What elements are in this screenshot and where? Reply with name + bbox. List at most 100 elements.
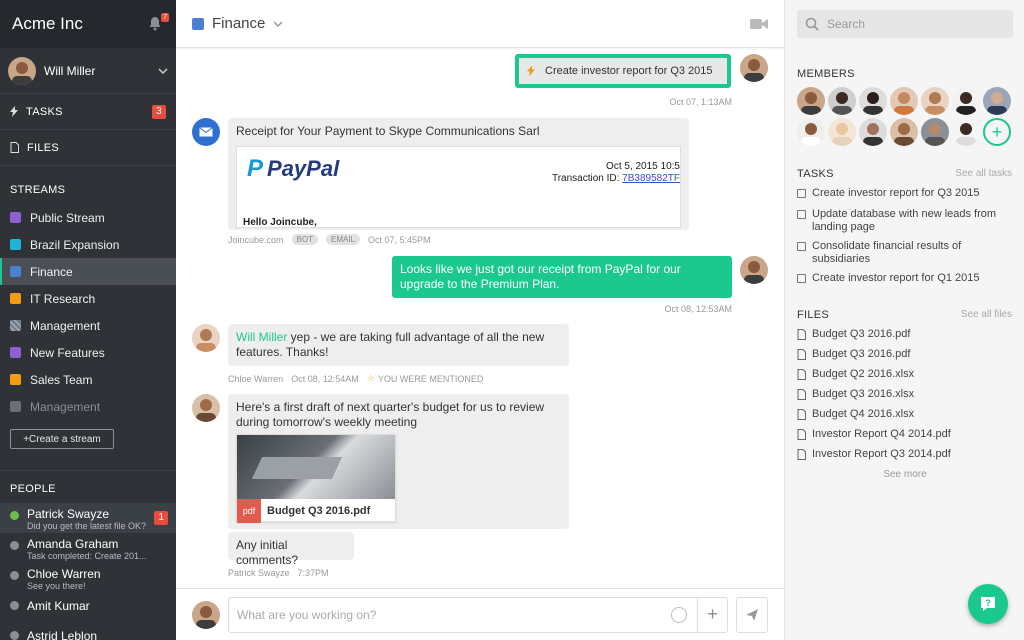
file-item[interactable]: Budget Q4 2016.xlsx	[797, 408, 914, 420]
file-icon	[797, 388, 806, 400]
chat-message[interactable]: Will Miller yep - we are taking full adv…	[228, 324, 569, 366]
member-avatar[interactable]	[921, 87, 949, 115]
file-item[interactable]: Budget Q2 2016.xlsx	[797, 368, 914, 380]
mentioned-label: YOU WERE MENTIONED	[377, 373, 484, 384]
member-avatar[interactable]	[890, 87, 918, 115]
sender-name: Joincube.com	[228, 234, 284, 245]
message-meta: Joincube.com BOT EMAIL Oct 07, 5:45PM	[228, 234, 431, 245]
create-stream-button[interactable]: +Create a stream	[10, 429, 114, 449]
video-call-icon[interactable]	[750, 18, 768, 30]
person-amit-kumar[interactable]: Amit Kumar	[0, 593, 176, 623]
stream-label: Brazil Expansion	[30, 237, 120, 252]
file-icon	[797, 348, 806, 360]
sidebar-item-files[interactable]: FILES	[0, 130, 176, 166]
email-message[interactable]: Receipt for Your Payment to Skype Commun…	[228, 118, 689, 230]
online-status-dot	[10, 511, 19, 520]
avatar	[740, 54, 768, 82]
member-avatar[interactable]	[921, 118, 949, 146]
member-avatar[interactable]	[983, 87, 1011, 115]
person-amanda-graham[interactable]: Amanda Graham Task completed: Create 201.…	[0, 533, 176, 563]
stream-list: Public Stream Brazil Expansion Finance I…	[0, 204, 176, 420]
file-name: Budget Q3 2016.pdf	[267, 504, 371, 517]
person-patrick-swayze[interactable]: Patrick Swayze Did you get the latest fil…	[0, 503, 176, 533]
stream-color	[10, 347, 21, 358]
see-all-files-link[interactable]: See all files	[961, 309, 1012, 320]
member-avatar[interactable]	[890, 118, 918, 146]
see-more-files-link[interactable]: See more	[785, 469, 1024, 480]
task-item[interactable]: Create investor report for Q1 2015	[797, 272, 1013, 285]
stream-it-research[interactable]: IT Research	[0, 285, 176, 312]
member-avatar[interactable]	[828, 118, 856, 146]
task-checkbox[interactable]	[797, 242, 806, 251]
sidebar-item-tasks[interactable]: TASKS 3	[0, 94, 176, 130]
task-checkbox[interactable]	[797, 274, 806, 283]
file-item[interactable]: Budget Q3 2016.pdf	[797, 328, 910, 340]
help-button[interactable]: ?	[968, 584, 1008, 624]
stream-management-archived[interactable]: Management	[0, 393, 176, 420]
message-input[interactable]: What are you working on? +	[228, 596, 728, 633]
task-item[interactable]: Consolidate financial results of subsidi…	[797, 240, 1013, 266]
member-avatar[interactable]	[859, 87, 887, 115]
transaction-id-link[interactable]: 7B389582TF	[622, 173, 680, 184]
unread-badge: 1	[154, 511, 168, 525]
workspace-name[interactable]: Acme Inc	[12, 14, 83, 34]
chat-message[interactable]: Any initial comments?	[228, 532, 354, 567]
file-item[interactable]: Investor Report Q3 2014.pdf	[797, 448, 951, 460]
member-avatar[interactable]	[797, 118, 825, 146]
star-icon: ☆	[366, 373, 375, 383]
streams-header: STREAMS	[10, 184, 66, 196]
search-input[interactable]: Search	[797, 10, 1013, 38]
person-name: Patrick Swayze	[27, 507, 110, 521]
see-all-tasks-link[interactable]: See all tasks	[955, 168, 1012, 179]
member-avatar[interactable]	[952, 87, 980, 115]
mention-link[interactable]: Will Miller	[236, 330, 287, 344]
message-meta: Oct 07, 1:13AM	[669, 97, 732, 107]
stream-switcher[interactable]: Finance	[192, 15, 283, 32]
task-item[interactable]: Create investor report for Q3 2015	[797, 187, 1013, 200]
task-label: Create investor report for Q1 2015	[812, 272, 980, 284]
member-avatar[interactable]	[952, 118, 980, 146]
outgoing-message[interactable]: Looks like we just got our receipt from …	[392, 256, 732, 298]
file-thumbnail	[237, 435, 395, 499]
message-list: Create investor report for Q3 2015 Oct 0…	[176, 48, 784, 588]
stream-header: Finance	[176, 0, 784, 48]
sidebar: Acme Inc 7 Will Miller TASKS 3 FILES STR…	[0, 0, 176, 640]
file-icon	[10, 142, 19, 153]
task-label: Create investor report for Q3 2015	[812, 187, 980, 199]
add-member-button[interactable]: +	[983, 118, 1011, 146]
composer: What are you working on? +	[176, 588, 784, 640]
transaction-date: Oct 5, 2015 10:5	[606, 161, 680, 172]
stream-new-features[interactable]: New Features	[0, 339, 176, 366]
attach-button[interactable]: +	[697, 597, 727, 632]
member-avatar[interactable]	[828, 87, 856, 115]
stream-sales-team[interactable]: Sales Team	[0, 366, 176, 393]
stream-finance[interactable]: Finance	[0, 258, 176, 285]
member-avatar[interactable]	[859, 118, 887, 146]
task-item[interactable]: Update database with new leads from land…	[797, 208, 1013, 234]
file-icon	[797, 328, 806, 340]
message-time: Oct 08, 12:53AM	[664, 304, 732, 314]
task-label: Consolidate financial results of subsidi…	[812, 240, 962, 265]
file-icon	[797, 368, 806, 380]
file-attachment[interactable]: pdf Budget Q3 2016.pdf	[236, 434, 396, 523]
file-item[interactable]: Budget Q3 2016.pdf	[797, 348, 910, 360]
file-item[interactable]: Budget Q3 2016.xlsx	[797, 388, 914, 400]
task-checkbox[interactable]	[797, 210, 806, 219]
send-button[interactable]	[736, 596, 768, 633]
chevron-down-icon[interactable]	[158, 66, 168, 76]
bell-icon[interactable]: 7	[148, 13, 169, 32]
person-astrid-leblon[interactable]: Astrid Leblon	[0, 623, 176, 640]
current-user[interactable]: Will Miller	[0, 48, 176, 94]
member-avatar[interactable]	[797, 87, 825, 115]
stream-public-stream[interactable]: Public Stream	[0, 204, 176, 231]
person-chloe-warren[interactable]: Chloe Warren See you there!	[0, 563, 176, 593]
stream-brazil-expansion[interactable]: Brazil Expansion	[0, 231, 176, 258]
task-checkbox[interactable]	[797, 189, 806, 198]
stream-management[interactable]: Management	[0, 312, 176, 339]
emoji-icon[interactable]	[671, 606, 687, 623]
task-message[interactable]: Create investor report for Q3 2015	[515, 54, 731, 88]
transaction-details: Oct 5, 2015 10:5 Transaction ID: 7B38958…	[552, 161, 680, 185]
file-item[interactable]: Investor Report Q4 2014.pdf	[797, 428, 951, 440]
file-message[interactable]: Here's a first draft of next quarter's b…	[228, 394, 569, 529]
avatar	[192, 600, 220, 629]
